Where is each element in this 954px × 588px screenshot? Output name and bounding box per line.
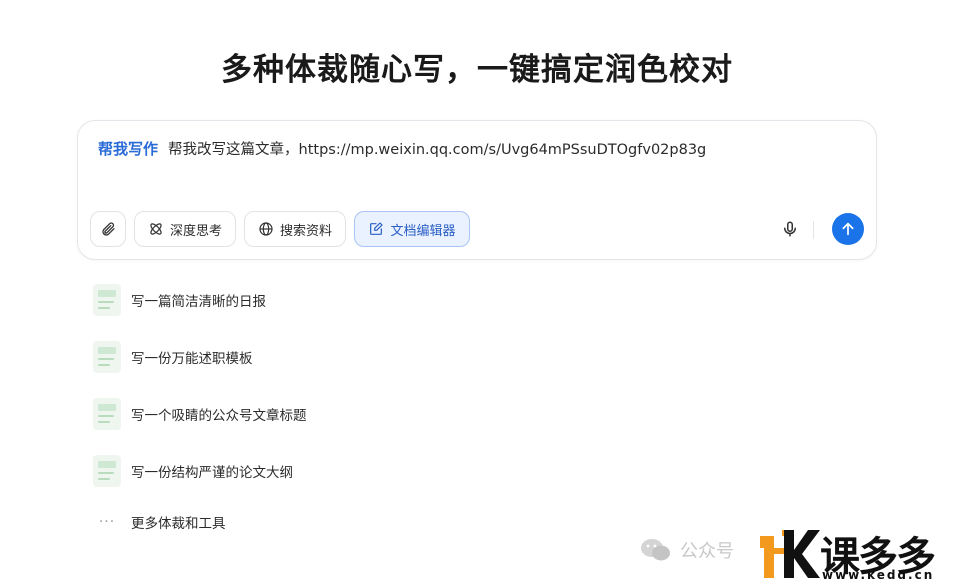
deep-think-button[interactable]: 深度思考 — [134, 211, 236, 247]
microphone-icon — [784, 221, 796, 237]
document-icon — [93, 284, 121, 316]
paperclip-icon — [102, 222, 115, 236]
suggestion-label: 写一篇简洁清晰的日报 — [131, 294, 266, 310]
suggestion-label: 写一份结构严谨的论文大纲 — [131, 465, 293, 481]
document-icon — [93, 341, 121, 373]
deep-think-label: 深度思考 — [169, 223, 222, 239]
composer-toolbar: 深度思考 搜索资料 文档编辑器 — [90, 211, 864, 247]
page: 多种体裁随心写，一键搞定润色校对 帮我写作 帮我改写这篇文章，https://mp… — [0, 0, 954, 588]
chat-composer[interactable]: 帮我写作 帮我改写这篇文章，https://mp.weixin.qq.com/s/… — [77, 120, 877, 260]
document-icon — [93, 398, 121, 430]
suggestion-item[interactable]: 写一份结构严谨的论文大纲 — [93, 453, 453, 489]
brand-logo: 课多多 www.kedd.cn — [756, 524, 954, 588]
more-genres-link[interactable]: ··· 更多体裁和工具 — [93, 510, 226, 534]
atom-icon — [150, 223, 162, 235]
document-icon — [93, 455, 121, 487]
watermark-text: 公众号 — [680, 541, 734, 562]
suggestion-item[interactable]: 写一篇简洁清晰的日报 — [93, 282, 453, 318]
more-genres-label: 更多体裁和工具 — [131, 516, 226, 532]
wechat-icon — [641, 539, 670, 561]
arrow-up-icon — [842, 222, 854, 236]
search-button[interactable]: 搜索资料 — [244, 211, 346, 247]
skill-tag[interactable]: 帮我写作 — [98, 140, 158, 158]
send-button[interactable] — [832, 213, 864, 245]
microphone-button[interactable] — [778, 217, 802, 241]
more-dots-icon: ··· — [98, 514, 116, 530]
k-logo-icon — [760, 530, 820, 578]
suggestion-label: 写一份万能述职模板 — [131, 351, 253, 367]
search-label: 搜索资料 — [279, 223, 332, 239]
prompt-text[interactable]: 帮我改写这篇文章，https://mp.weixin.qq.com/s/Uvg6… — [168, 142, 706, 158]
edit-document-icon — [370, 222, 384, 235]
page-title: 多种体裁随心写，一键搞定润色校对 — [221, 52, 733, 88]
toolbar-divider — [813, 221, 814, 239]
globe-icon — [259, 222, 273, 236]
wechat-watermark: 公众号 — [640, 532, 734, 568]
suggestion-item[interactable]: 写一份万能述职模板 — [93, 339, 453, 375]
suggestion-label: 写一个吸睛的公众号文章标题 — [131, 408, 307, 424]
brand-url: www.kedd.cn — [822, 568, 935, 582]
doc-editor-label: 文档编辑器 — [390, 223, 456, 239]
attach-button[interactable] — [90, 211, 126, 247]
prompt-input[interactable]: 帮我写作 帮我改写这篇文章，https://mp.weixin.qq.com/s/… — [98, 138, 856, 159]
doc-editor-button[interactable]: 文档编辑器 — [354, 211, 470, 247]
suggestion-item[interactable]: 写一个吸睛的公众号文章标题 — [93, 396, 453, 432]
